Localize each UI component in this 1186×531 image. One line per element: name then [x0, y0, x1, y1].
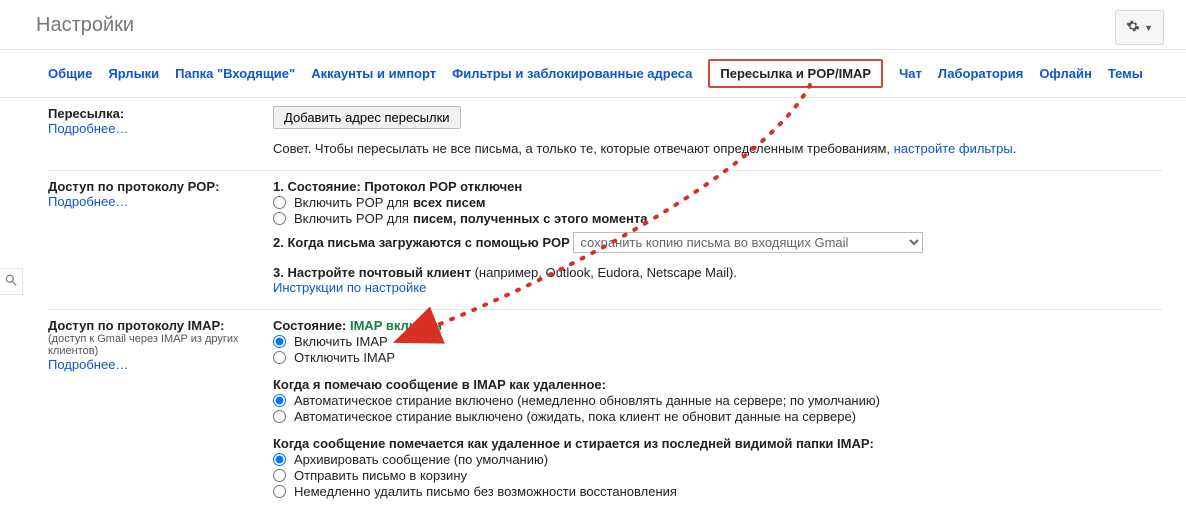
- pop-status-value: Протокол POP отключен: [364, 179, 522, 194]
- imap-enable-label: Включить IMAP: [294, 334, 388, 349]
- imap-lf-archive-option[interactable]: Архивировать сообщение (по умолчанию): [273, 452, 1162, 467]
- forwarding-tip: Совет. Чтобы пересылать не все письма, а…: [273, 141, 1162, 156]
- imap-lf-delete-radio[interactable]: [273, 485, 286, 498]
- imap-enable-radio[interactable]: [273, 335, 286, 348]
- imap-expunge-off-option[interactable]: Автоматическое стирание выключено (ожида…: [273, 409, 1162, 424]
- tab-labels[interactable]: Ярлыки: [108, 66, 159, 81]
- imap-disable-radio[interactable]: [273, 351, 286, 364]
- pop-enable-now-radio[interactable]: [273, 212, 286, 225]
- forwarding-tip-text: Совет. Чтобы пересылать не все письма, а…: [273, 141, 894, 156]
- imap-lf-delete-label: Немедленно удалить письмо без возможност…: [294, 484, 677, 499]
- imap-lf-trash-radio[interactable]: [273, 469, 286, 482]
- pop-enable-all-bold: всех писем: [413, 195, 486, 210]
- pop-enable-all-text: Включить POP для: [294, 195, 409, 210]
- imap-expunge-on-label: Автоматическое стирание включено (немедл…: [294, 393, 880, 408]
- add-forwarding-address-button[interactable]: Добавить адрес пересылки: [273, 106, 461, 129]
- imap-expunge-off-radio[interactable]: [273, 410, 286, 423]
- imap-heading: Доступ по протоколу IMAP:: [48, 318, 273, 333]
- imap-lastfolder-title: Когда сообщение помечается как удаленное…: [273, 436, 1162, 451]
- imap-lf-archive-radio[interactable]: [273, 453, 286, 466]
- imap-expunge-title: Когда я помечаю сообщение в IMAP как уда…: [273, 377, 1162, 392]
- tab-themes[interactable]: Темы: [1108, 66, 1143, 81]
- imap-lf-trash-label: Отправить письмо в корзину: [294, 468, 467, 483]
- pop-learn-more-link[interactable]: Подробнее…: [48, 194, 128, 209]
- pop-enable-now-text: Включить POP для: [294, 211, 409, 226]
- imap-disable-label: Отключить IMAP: [294, 350, 395, 365]
- tab-accounts[interactable]: Аккаунты и импорт: [311, 66, 436, 81]
- imap-lf-archive-label: Архивировать сообщение (по умолчанию): [294, 452, 548, 467]
- imap-expunge-on-radio[interactable]: [273, 394, 286, 407]
- forwarding-tip-suffix: .: [1013, 141, 1017, 156]
- tab-forwarding-pop-imap[interactable]: Пересылка и POP/IMAP: [708, 59, 883, 88]
- imap-learn-more-link[interactable]: Подробнее…: [48, 357, 128, 372]
- imap-disable-option[interactable]: Отключить IMAP: [273, 350, 1162, 365]
- pop-enable-all-option[interactable]: Включить POP для всех писем: [273, 195, 1162, 210]
- tab-chat[interactable]: Чат: [899, 66, 922, 81]
- imap-lf-delete-option[interactable]: Немедленно удалить письмо без возможност…: [273, 484, 1162, 499]
- tab-general[interactable]: Общие: [48, 66, 92, 81]
- forwarding-learn-more-link[interactable]: Подробнее…: [48, 121, 128, 136]
- tab-filters[interactable]: Фильтры и заблокированные адреса: [452, 66, 692, 81]
- imap-lf-trash-option[interactable]: Отправить письмо в корзину: [273, 468, 1162, 483]
- caret-down-icon: ▼: [1144, 23, 1153, 33]
- pop-config-instructions-link[interactable]: Инструкции по настройке: [273, 280, 426, 295]
- pop-heading: Доступ по протоколу POP:: [48, 179, 273, 194]
- imap-status-label: Состояние:: [273, 318, 350, 333]
- create-filter-link[interactable]: настройте фильтры: [894, 141, 1013, 156]
- pop-step3-text: (например, Outlook, Eudora, Netscape Mai…: [475, 265, 737, 280]
- imap-expunge-off-label: Автоматическое стирание выключено (ожида…: [294, 409, 856, 424]
- tab-offline[interactable]: Офлайн: [1039, 66, 1092, 81]
- pop-step2-label: 2. Когда письма загружаются с помощью PO…: [273, 235, 570, 250]
- pop-step3-label: 3. Настройте почтовый клиент: [273, 265, 475, 280]
- imap-enable-option[interactable]: Включить IMAP: [273, 334, 1162, 349]
- gear-icon: [1126, 16, 1140, 39]
- search-gutter-button[interactable]: [0, 268, 23, 295]
- page-title: Настройки: [36, 14, 134, 36]
- search-icon: [4, 275, 18, 290]
- imap-subheading: (доступ к Gmail через IMAP из других кли…: [48, 333, 273, 357]
- settings-tabs: Общие Ярлыки Папка "Входящие" Аккаунты и…: [0, 50, 1186, 98]
- pop-enable-now-bold: писем, полученных с этого момента: [413, 211, 647, 226]
- pop-enable-now-option[interactable]: Включить POP для писем, полученных с это…: [273, 211, 1162, 226]
- forwarding-heading: Пересылка:: [48, 106, 273, 121]
- settings-gear-button[interactable]: ▼: [1115, 10, 1164, 45]
- imap-expunge-on-option[interactable]: Автоматическое стирание включено (немедл…: [273, 393, 1162, 408]
- pop-status-label: 1. Состояние:: [273, 179, 364, 194]
- pop-enable-all-radio[interactable]: [273, 196, 286, 209]
- tab-labs[interactable]: Лаборатория: [938, 66, 1023, 81]
- tab-inbox[interactable]: Папка "Входящие": [175, 66, 295, 81]
- pop-action-select[interactable]: сохранить копию письма во входящих Gmail: [573, 232, 923, 253]
- imap-status-value: IMAP включен: [350, 318, 442, 333]
